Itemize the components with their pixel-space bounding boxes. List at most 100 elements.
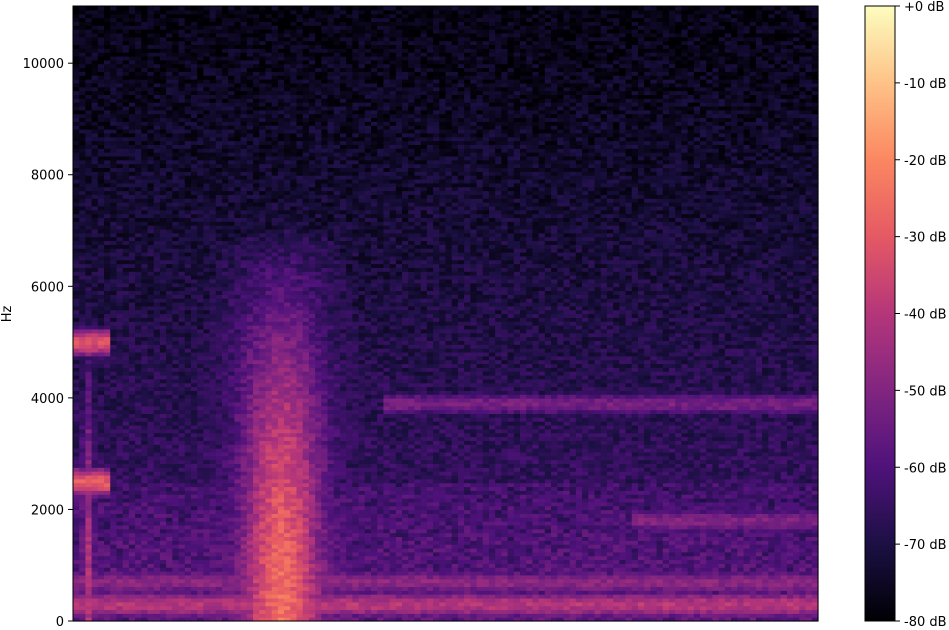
heatmap-cell — [153, 113, 161, 119]
heatmap-cell — [97, 417, 105, 422]
heatmap-cell — [159, 55, 167, 61]
heatmap-cell — [135, 351, 142, 357]
heatmap-cell — [240, 152, 248, 157]
heatmap-cell — [203, 94, 211, 99]
heatmap-cell — [79, 401, 87, 407]
heatmap-cell — [197, 413, 204, 418]
heatmap-cell — [253, 574, 260, 580]
heatmap-cell — [222, 455, 229, 461]
heatmap-cell — [135, 275, 142, 280]
heatmap-cell — [110, 152, 118, 157]
heatmap-cell — [234, 36, 242, 42]
heatmap-cell — [190, 221, 198, 226]
heatmap-cell — [203, 536, 211, 541]
heatmap-cell — [116, 21, 124, 26]
heatmap-cell — [184, 159, 192, 165]
heatmap-cell — [203, 175, 211, 180]
heatmap-cell — [197, 252, 204, 257]
heatmap-cell — [79, 594, 87, 599]
heatmap-cell — [209, 563, 217, 568]
heatmap-cell — [178, 459, 186, 464]
heatmap-cell — [153, 517, 161, 522]
heatmap-cell — [253, 40, 260, 46]
heatmap-cell — [91, 29, 99, 34]
heatmap-cell — [166, 336, 173, 341]
heatmap-cell — [234, 213, 242, 218]
heatmap-cell — [79, 194, 87, 199]
heatmap-cell — [222, 290, 229, 295]
heatmap-cell — [110, 344, 118, 349]
heatmap-cell — [184, 102, 192, 107]
heatmap-cell — [166, 486, 173, 491]
heatmap-cell — [253, 605, 260, 611]
heatmap-cell — [135, 424, 142, 430]
heatmap-cell — [166, 209, 173, 215]
heatmap-cell — [265, 501, 273, 507]
heatmap-cell — [228, 213, 236, 218]
heatmap-cell — [147, 597, 155, 603]
heatmap-cell — [135, 394, 142, 399]
heatmap-cell — [141, 440, 149, 445]
heatmap-cell — [222, 444, 229, 449]
heatmap-cell — [97, 609, 105, 614]
heatmap-cell — [246, 544, 254, 549]
heatmap-cell — [141, 309, 149, 315]
heatmap-cell — [85, 52, 93, 57]
heatmap-cell — [246, 175, 254, 180]
heatmap-cell — [135, 163, 142, 169]
heatmap-cell — [116, 448, 124, 453]
heatmap-cell — [147, 90, 155, 95]
heatmap-cell — [153, 398, 161, 403]
heatmap-cell — [215, 613, 223, 618]
heatmap-cell — [116, 528, 124, 534]
heatmap-cell — [222, 486, 229, 491]
heatmap-cell — [128, 213, 136, 218]
heatmap-cell — [79, 305, 87, 311]
heatmap-cell — [116, 455, 124, 461]
heatmap-cell — [246, 555, 254, 561]
heatmap-cell — [79, 375, 87, 380]
heatmap-cell — [253, 547, 260, 553]
heatmap-cell — [215, 75, 223, 80]
heatmap-cell — [97, 275, 105, 280]
heatmap-cell — [253, 455, 260, 461]
heatmap-cell — [79, 478, 87, 484]
heatmap-cell — [97, 155, 105, 161]
heatmap-cell — [209, 29, 217, 34]
heatmap-cell — [128, 609, 136, 614]
heatmap-cell — [172, 52, 180, 57]
heatmap-cell — [222, 44, 229, 49]
heatmap-cell — [79, 136, 87, 142]
heatmap-cell — [228, 32, 236, 38]
heatmap-cell — [97, 240, 105, 245]
heatmap-cell — [190, 217, 198, 222]
heatmap-cell — [209, 132, 217, 138]
heatmap-cell — [153, 394, 161, 399]
heatmap-cell — [110, 574, 118, 580]
heatmap-cell — [209, 578, 217, 584]
heatmap-cell — [184, 44, 192, 49]
heatmap-cell — [222, 17, 229, 22]
heatmap-cell — [234, 59, 242, 65]
heatmap-cell — [228, 421, 236, 426]
heatmap-cell — [209, 390, 217, 395]
heatmap-cell — [215, 240, 223, 245]
heatmap-cell — [197, 94, 204, 99]
heatmap-cell — [122, 451, 130, 457]
heatmap-cell — [110, 432, 118, 438]
heatmap-cell — [166, 428, 173, 434]
heatmap-cell — [97, 232, 105, 238]
heatmap-cell — [97, 244, 105, 249]
heatmap-cell — [172, 378, 180, 384]
heatmap-cell — [190, 109, 198, 115]
heatmap-cell — [209, 167, 217, 172]
heatmap-cell — [222, 82, 229, 88]
heatmap-cell — [128, 551, 136, 557]
heatmap-cell — [228, 375, 236, 380]
heatmap-cell — [228, 344, 236, 349]
heatmap-cell — [184, 205, 192, 211]
heatmap-cell — [116, 547, 124, 553]
heatmap-cell — [203, 121, 211, 126]
heatmap-cell — [135, 55, 142, 61]
heatmap-cell — [85, 102, 93, 107]
